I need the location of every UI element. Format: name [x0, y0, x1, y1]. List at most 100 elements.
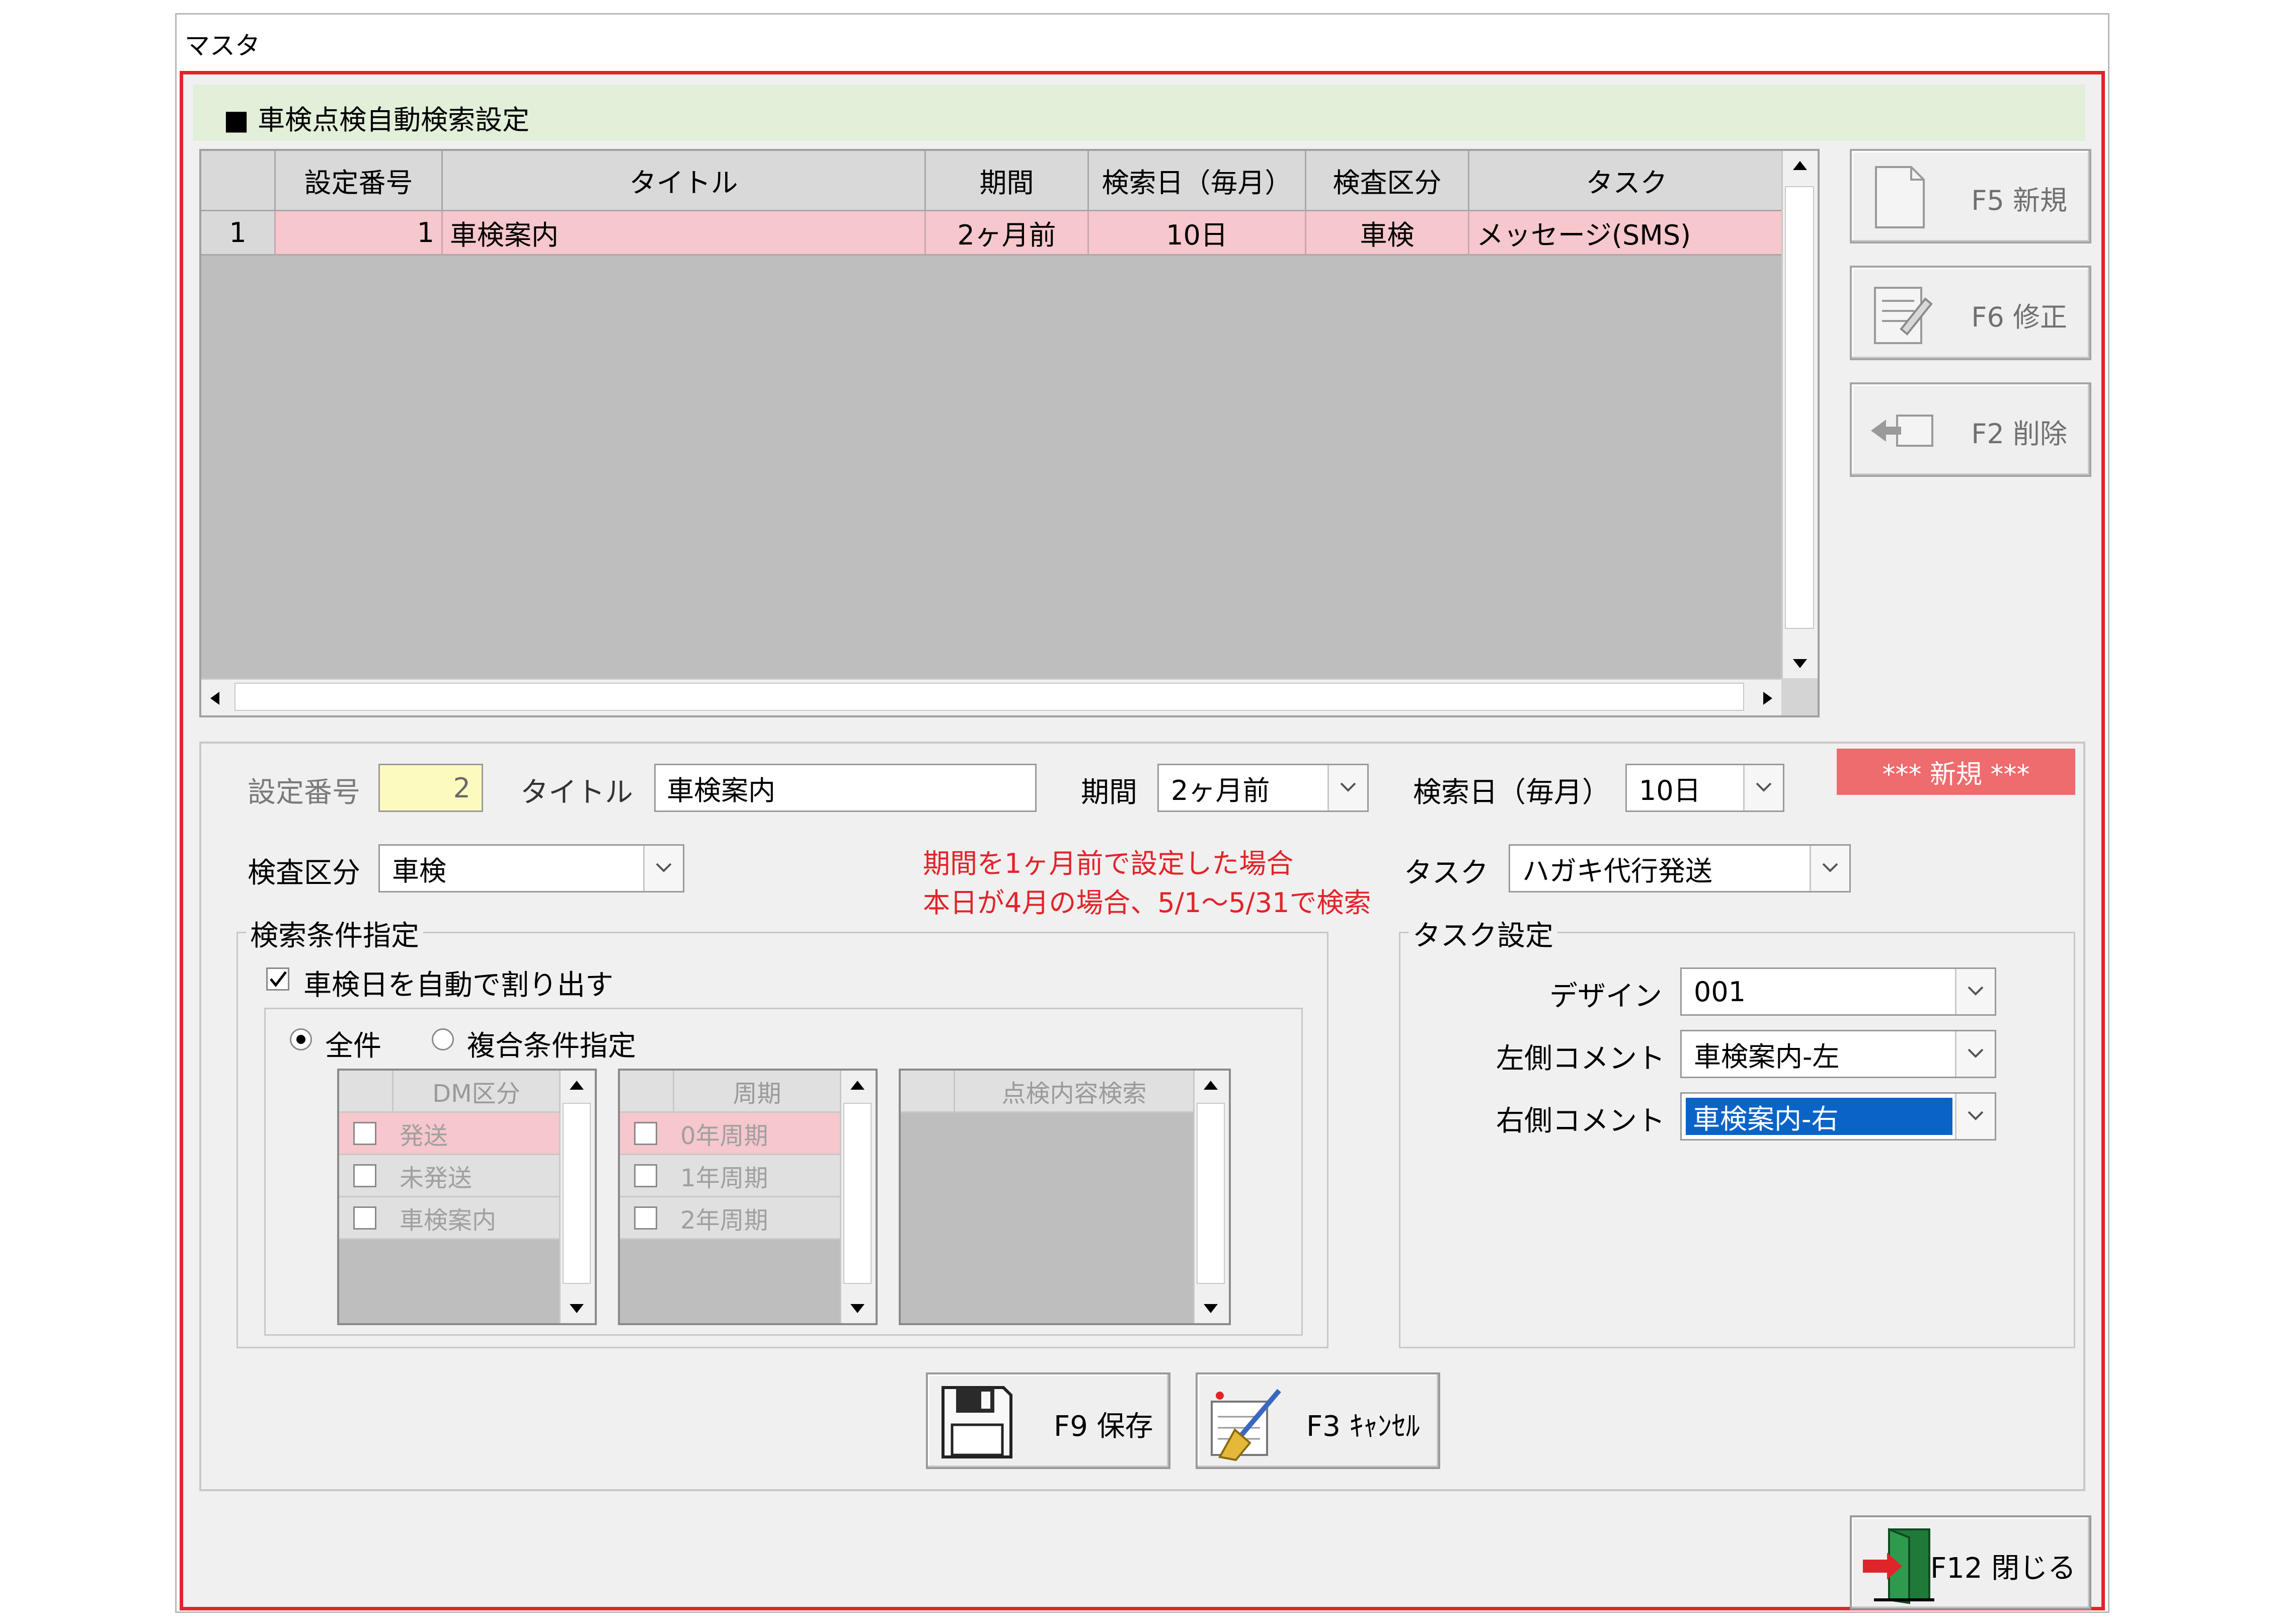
scroll-right-icon[interactable] [1762, 691, 1773, 706]
scroll-down-icon[interactable] [1792, 658, 1808, 669]
task-settings-title: タスク設定 [1408, 913, 1557, 954]
cycle-item-checkbox[interactable] [634, 1122, 657, 1145]
list-item[interactable]: 2年周期 [620, 1197, 841, 1240]
table-cell-title[interactable]: 車検案内 [443, 211, 926, 256]
right-comment-select[interactable]: 車検案内-右 [1680, 1092, 1996, 1141]
edit-button[interactable]: F6 修正 [1850, 266, 2091, 360]
grid-header-title[interactable]: タイトル [443, 151, 926, 211]
dm-item-checkbox[interactable] [353, 1122, 376, 1145]
new-button[interactable]: F5 新規 [1850, 149, 2091, 243]
table-cell-period[interactable]: 2ヶ月前 [926, 211, 1089, 256]
mode-badge: *** 新規 *** [1837, 749, 2075, 795]
table-cell-search-day[interactable]: 10日 [1089, 211, 1306, 256]
table-cell-no[interactable]: 1 [276, 211, 443, 256]
scroll-up-icon[interactable] [1792, 160, 1808, 171]
period-label: 期間 [1081, 776, 1137, 809]
edit-button-label: F6 修正 [1971, 301, 2067, 333]
save-button[interactable]: F9 保存 [926, 1372, 1170, 1469]
dm-list-scrollbar[interactable] [559, 1071, 595, 1323]
grid-scroll-corner [1781, 678, 1818, 715]
new-document-icon [1875, 166, 1925, 228]
period-select[interactable]: 2ヶ月前 [1157, 764, 1369, 812]
period-select-value: 2ヶ月前 [1171, 774, 1270, 806]
dm-item-label: 未発送 [400, 1164, 473, 1192]
title-input[interactable]: 車検案内 [654, 764, 1037, 812]
cycle-scroll-thumb[interactable] [843, 1103, 872, 1284]
cycle-item-checkbox[interactable] [634, 1206, 657, 1230]
scroll-down-icon[interactable] [849, 1303, 866, 1314]
scroll-up-icon[interactable] [569, 1080, 585, 1091]
grid-header-category[interactable]: 検査区分 [1306, 151, 1469, 211]
checkmark-icon [270, 971, 287, 987]
design-dropdown[interactable] [1955, 969, 1995, 1014]
right-comment-dropdown[interactable] [1955, 1094, 1995, 1139]
inspect-list[interactable]: 点検内容検索 [899, 1069, 1231, 1325]
table-cell-task[interactable]: メッセージ(SMS) [1469, 211, 1785, 256]
grid-header-no[interactable]: 設定番号 [276, 151, 443, 211]
delete-button[interactable]: F2 削除 [1850, 382, 2091, 477]
search-conditions-group: 検索条件指定 車検日を自動で割り出す 全件 複合条件指定 DM区分 発送 未発送… [237, 913, 1328, 1348]
chevron-down-icon [1340, 782, 1356, 792]
delete-button-label: F2 削除 [1971, 418, 2067, 450]
dm-item-checkbox[interactable] [353, 1206, 376, 1230]
new-button-label: F5 新規 [1971, 185, 2067, 216]
grid-header-search-day[interactable]: 検索日（毎月） [1089, 151, 1306, 211]
list-item[interactable]: 0年周期 [620, 1113, 841, 1155]
radio-all[interactable] [290, 1028, 312, 1050]
edit-document-icon [1874, 287, 1933, 344]
dm-item-checkbox[interactable] [353, 1164, 376, 1187]
scroll-down-icon[interactable] [569, 1303, 585, 1314]
grid-hscroll-thumb[interactable] [234, 683, 1744, 711]
radio-all-label: 全件 [325, 1030, 381, 1063]
design-select[interactable]: 001 [1680, 967, 1996, 1016]
chevron-down-icon [656, 863, 672, 872]
list-item[interactable]: 未発送 [339, 1155, 561, 1197]
task-select-value: ハガキ代行発送 [1522, 855, 1712, 887]
auto-calc-checkbox[interactable] [266, 967, 289, 991]
radio-compound[interactable] [432, 1028, 454, 1050]
settings-grid[interactable]: 設定番号 タイトル 期間 検索日（毎月） 検査区分 タスク 1 1 車検案内 2… [199, 149, 1820, 717]
section-title: ■ 車検点検自動検索設定 [223, 104, 530, 136]
grid-header-period[interactable]: 期間 [926, 151, 1089, 211]
chevron-down-icon [1968, 1111, 1984, 1120]
task-dropdown[interactable] [1810, 846, 1849, 891]
broom-icon [1211, 1389, 1281, 1461]
grid-scroll-thumb[interactable] [1785, 186, 1814, 629]
section-header: ■ 車検点検自動検索設定 [193, 85, 2085, 141]
cycle-list[interactable]: 周期 0年周期 1年周期 2年周期 [618, 1069, 878, 1325]
inspect-list-scrollbar[interactable] [1193, 1071, 1229, 1323]
dm-scroll-thumb[interactable] [563, 1103, 591, 1284]
scroll-left-icon[interactable] [209, 691, 220, 706]
search-day-select[interactable]: 10日 [1625, 764, 1784, 812]
left-comment-select[interactable]: 車検案内-左 [1680, 1030, 1996, 1078]
grid-horizontal-scrollbar[interactable] [201, 678, 1781, 715]
cycle-list-scrollbar[interactable] [840, 1071, 876, 1323]
design-select-value: 001 [1694, 976, 1746, 1008]
period-dropdown[interactable] [1327, 765, 1367, 810]
table-row-index[interactable]: 1 [201, 211, 276, 256]
grid-header-task[interactable]: タスク [1469, 151, 1785, 211]
cycle-list-header: 周期 [674, 1071, 841, 1113]
category-select[interactable]: 車検 [378, 844, 684, 892]
scroll-down-icon[interactable] [1203, 1303, 1219, 1314]
grid-vertical-scrollbar[interactable] [1781, 151, 1818, 678]
table-cell-category[interactable]: 車検 [1306, 211, 1469, 256]
scroll-up-icon[interactable] [1203, 1080, 1219, 1091]
category-dropdown[interactable] [643, 846, 683, 891]
scroll-up-icon[interactable] [849, 1080, 866, 1091]
task-select[interactable]: ハガキ代行発送 [1509, 844, 1851, 892]
inspect-scroll-thumb[interactable] [1197, 1103, 1225, 1284]
dm-list[interactable]: DM区分 発送 未発送 車検案内 [337, 1069, 597, 1325]
left-comment-dropdown[interactable] [1955, 1031, 1995, 1077]
close-button[interactable]: F12 閉じる [1850, 1515, 2091, 1610]
search-day-label: 検索日（毎月） [1413, 776, 1610, 809]
list-item[interactable]: 発送 [339, 1113, 561, 1155]
cancel-button[interactable]: F3 ｷｬﾝｾﾙ [1196, 1372, 1440, 1469]
setting-no-label: 設定番号 [248, 776, 360, 809]
dm-item-label: 車検案内 [400, 1206, 497, 1235]
cycle-item-checkbox[interactable] [634, 1164, 657, 1187]
list-item[interactable]: 1年周期 [620, 1155, 841, 1197]
list-item[interactable]: 車検案内 [339, 1197, 561, 1240]
search-day-dropdown[interactable] [1743, 765, 1783, 810]
search-day-select-value: 10日 [1639, 774, 1701, 806]
